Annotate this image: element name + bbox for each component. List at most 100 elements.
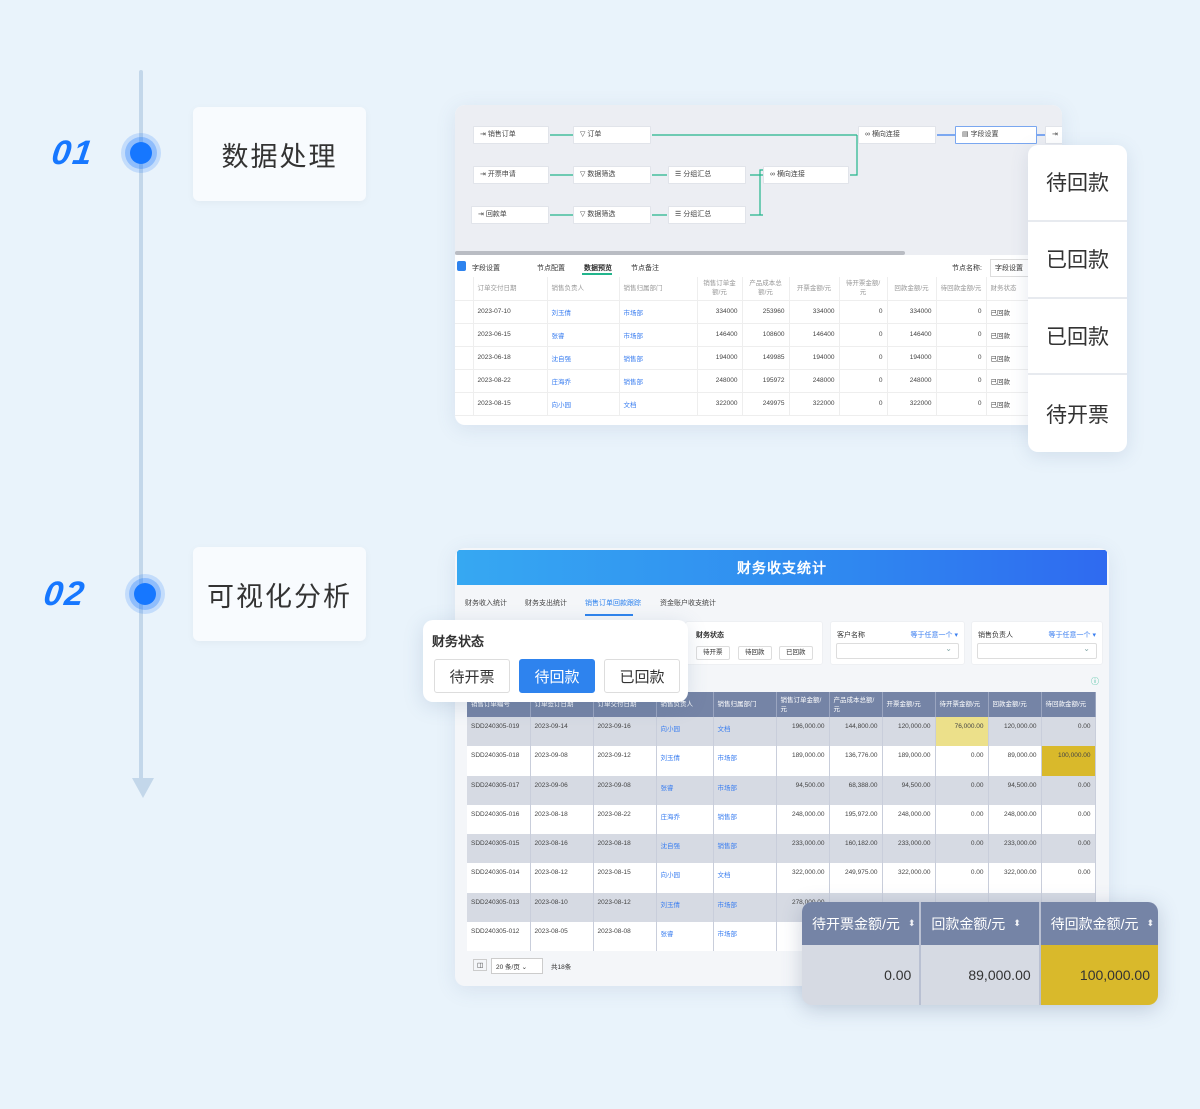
table-cell[interactable]: 市场部 xyxy=(619,323,698,347)
table-cell[interactable]: 向小园 xyxy=(656,863,714,893)
sort-icon[interactable]: ⬍ xyxy=(1013,918,1021,929)
table-row: SDD240305-019 2023-09-14 2023-09-16 向小园 文档 19… xyxy=(467,717,1096,747)
table-cell[interactable]: 文档 xyxy=(713,863,777,893)
page-size-select[interactable]: 20 条/页 ⌄ xyxy=(491,958,543,974)
preview-table: 订单交付日期 销售负责人 销售归属部门 销售订单金额/元 产品成本总额/元 开票金额/元待… xyxy=(455,277,1062,416)
table-cell: 0.00 xyxy=(935,834,989,864)
table-cell: 0 xyxy=(839,300,888,324)
table-cell[interactable]: 张睿 xyxy=(547,323,620,347)
pagination: ◫ 20 条/页 ⌄ 共18条 xyxy=(467,954,807,976)
table-cell[interactable]: 张睿 xyxy=(656,775,714,805)
column-header[interactable]: 开票金额/元 xyxy=(882,692,936,717)
tab-order-payment[interactable]: 销售订单回款跟踪 xyxy=(585,598,641,608)
column-header[interactable]: 产品成本总额/元 xyxy=(829,692,883,717)
column-header[interactable]: 回款金额/元 xyxy=(988,692,1042,717)
table-cell[interactable]: 文档 xyxy=(713,717,777,747)
tab-node-note[interactable]: 节点备注 xyxy=(631,263,659,273)
timeline-dot xyxy=(121,133,161,173)
table-cell: 195972 xyxy=(742,369,790,393)
table-cell[interactable]: 刘玉倩 xyxy=(656,746,714,776)
table-cell: 0 xyxy=(839,323,888,347)
table-cell: 76,000.00 xyxy=(935,717,989,747)
table-cell[interactable]: 市场部 xyxy=(713,922,777,952)
customer-select[interactable]: ⌄ xyxy=(836,643,959,659)
table-cell: 0.00 xyxy=(1041,775,1096,805)
status-option-button-active[interactable]: 待回款 xyxy=(519,659,595,693)
table-cell[interactable]: 沈自强 xyxy=(656,834,714,864)
owner-select[interactable]: ⌄ xyxy=(977,643,1097,659)
status-option-button[interactable]: 待开票 xyxy=(434,659,510,693)
node-label: 横向连接 xyxy=(776,171,805,178)
column-header[interactable]: 待开票金额/元 xyxy=(935,692,989,717)
column-header xyxy=(455,277,474,301)
table-cell: SDD240305-018 xyxy=(467,746,531,776)
status-popup: 财务状态 待开票 待回款 已回款 xyxy=(423,620,688,702)
table-cell: 248,000.00 xyxy=(882,804,936,835)
flow-node[interactable]: ☰ 分组汇总 xyxy=(668,166,746,184)
tab-account[interactable]: 资金账户收支统计 xyxy=(660,598,716,608)
table-cell[interactable]: 销售部 xyxy=(713,834,777,864)
table-cell[interactable]: 文档 xyxy=(619,392,698,416)
table-cell[interactable]: 刘玉倩 xyxy=(547,300,620,324)
table-cell xyxy=(455,323,474,347)
horizontal-scrollbar[interactable] xyxy=(455,251,905,255)
table-cell: 189,000.00 xyxy=(776,746,830,776)
table-cell[interactable]: 市场部 xyxy=(713,746,777,776)
table-cell: 194000 xyxy=(697,346,743,370)
table-cell[interactable]: 刘玉倩 xyxy=(656,892,714,923)
flow-node[interactable]: ∞ 横向连接 xyxy=(858,126,936,144)
status-option-button[interactable]: 已回款 xyxy=(604,659,680,693)
filter-option[interactable]: 待开票 xyxy=(696,646,730,660)
column-header[interactable]: 销售归属部门 xyxy=(713,692,777,717)
filter-operator[interactable]: 等于任意一个 ▾ xyxy=(911,630,958,640)
column-header[interactable]: 待回款金额/元 xyxy=(1041,692,1096,717)
flow-node[interactable]: ▽ 数据筛选 xyxy=(573,166,651,184)
sort-icon[interactable]: ⬍ xyxy=(908,918,916,929)
flow-node[interactable]: ⇥ 销售订单 xyxy=(473,126,549,144)
table-cell: 136,776.00 xyxy=(829,746,883,776)
table-cell[interactable]: 张睿 xyxy=(656,922,714,952)
status-item: 待回款 xyxy=(1028,145,1127,222)
table-cell: 94,500.00 xyxy=(776,775,830,805)
sort-icon[interactable]: ⬍ xyxy=(1147,918,1155,929)
flow-node[interactable]: ⇥ xyxy=(1045,126,1062,144)
table-cell[interactable]: 庄海乔 xyxy=(547,369,620,393)
filter-option[interactable]: 待回款 xyxy=(738,646,772,660)
table-row: SDD240305-015 2023-08-16 2023-08-18 沈自强 销售部 2… xyxy=(467,834,1096,864)
tab-data-preview[interactable]: 数据预览 xyxy=(584,263,612,273)
tab-expense[interactable]: 财务支出统计 xyxy=(525,598,567,608)
flow-node[interactable]: ⇥ 回款单 xyxy=(471,206,549,224)
table-cell[interactable]: 市场部 xyxy=(713,892,777,923)
columns-icon[interactable]: ◫ xyxy=(473,959,488,971)
table-cell[interactable]: 销售部 xyxy=(619,369,698,393)
node-label: 分组汇总 xyxy=(683,211,712,218)
table-cell[interactable]: 向小园 xyxy=(656,717,714,747)
filter-operator[interactable]: 等于任意一个 ▾ xyxy=(1049,630,1096,640)
flow-node[interactable]: ☰ 分组汇总 xyxy=(668,206,746,224)
flow-node[interactable]: ▽ 数据筛选 xyxy=(573,206,651,224)
flow-node[interactable]: ⇥ 开票申请 xyxy=(473,166,549,184)
filter-option[interactable]: 已回款 xyxy=(779,646,813,660)
column-header[interactable]: 销售订单金额/元 xyxy=(776,692,830,717)
table-cell: 0 xyxy=(936,392,987,416)
table-cell[interactable]: 市场部 xyxy=(713,775,777,805)
table-cell: 233,000.00 xyxy=(988,834,1042,864)
table-cell[interactable]: 销售部 xyxy=(619,346,698,370)
table-cell[interactable]: 市场部 xyxy=(619,300,698,324)
flow-node[interactable]: ▽ 订单 xyxy=(573,126,651,144)
table-cell: 233,000.00 xyxy=(776,834,830,864)
table-cell: 0.00 xyxy=(935,775,989,805)
table-cell: 248,000.00 xyxy=(776,804,830,835)
table-cell[interactable]: 向小园 xyxy=(547,392,620,416)
table-cell: SDD240305-017 xyxy=(467,775,531,805)
table-cell[interactable]: 沈自强 xyxy=(547,346,620,370)
tab-node-config[interactable]: 节点配置 xyxy=(537,263,565,273)
table-cell[interactable]: 销售部 xyxy=(713,804,777,835)
flow-node[interactable]: ∞ 横向连接 xyxy=(763,166,849,184)
info-icon[interactable]: ⓘ xyxy=(1091,676,1099,687)
tab-income[interactable]: 财务收入统计 xyxy=(465,598,507,608)
flow-node-selected[interactable]: ▤ 字段设置 xyxy=(955,126,1037,144)
column-header: 待开票金额/元 xyxy=(812,915,900,932)
table-cell: 0.00 xyxy=(1041,717,1096,747)
table-cell[interactable]: 庄海乔 xyxy=(656,804,714,835)
